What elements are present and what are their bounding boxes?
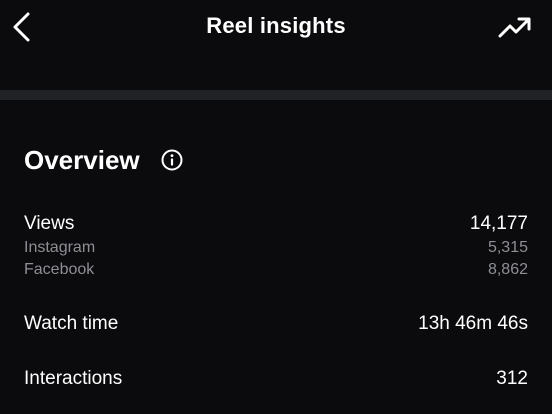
- overview-heading: Overview: [24, 145, 140, 175]
- section-divider: [0, 90, 552, 100]
- views-value: 14,177: [469, 213, 528, 234]
- watch-time-label: Watch time: [24, 313, 119, 334]
- trending-up-icon: [498, 17, 531, 38]
- views-label: Views: [24, 213, 75, 234]
- info-icon: [161, 149, 183, 171]
- facebook-label: Facebook: [24, 261, 95, 278]
- header-bar: Reel insights: [0, 0, 552, 90]
- interactions-value: 312: [496, 368, 528, 389]
- trend-button[interactable]: [498, 14, 532, 40]
- reel-insights-screen: Reel insights Overview Views 14,177 Inst…: [0, 0, 552, 414]
- page-title: Reel insights: [206, 13, 346, 38]
- watch-time-value: 13h 46m 46s: [418, 313, 528, 334]
- interactions-label: Interactions: [24, 368, 123, 389]
- facebook-value: 8,862: [487, 261, 528, 278]
- instagram-value: 5,315: [487, 239, 528, 256]
- overview-info-button[interactable]: [160, 148, 184, 172]
- instagram-label: Instagram: [24, 239, 96, 256]
